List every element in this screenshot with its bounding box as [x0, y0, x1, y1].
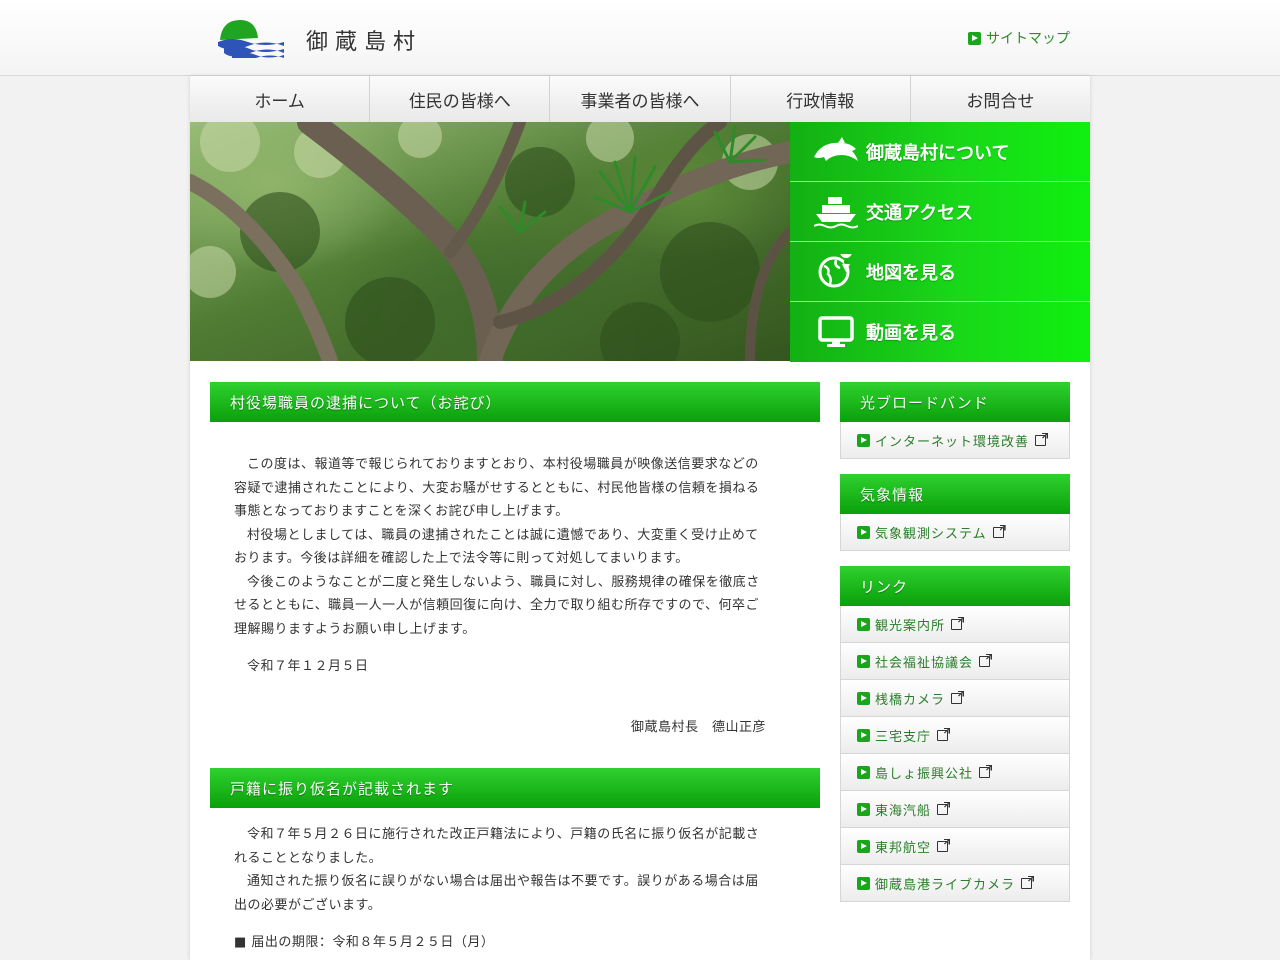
sidebar-heading: 光ブロードバンド — [840, 382, 1070, 422]
external-link-icon — [937, 840, 949, 852]
play-icon — [857, 654, 870, 668]
nav-administration[interactable]: 行政情報 — [731, 76, 911, 122]
village-logo[interactable] — [218, 18, 288, 58]
external-link-icon — [1035, 434, 1047, 446]
play-icon — [968, 31, 981, 45]
quick-links: 御蔵島村について 交通アクセス 地図を見る 動画を見る — [790, 122, 1090, 362]
external-link-icon — [1021, 877, 1033, 889]
sidebar-link-internet[interactable]: インターネット環境改善 — [840, 422, 1070, 459]
article-title: 村役場職員の逮捕について（お詫び） — [210, 382, 820, 422]
play-icon — [857, 802, 870, 816]
article-paragraph: 通知された振り仮名に誤りがない場合は届出や報告は不要です。誤りがある場合は届出の… — [234, 874, 759, 913]
site-title[interactable]: 御蔵島村 — [306, 24, 422, 56]
monitor-icon — [806, 312, 866, 352]
sidebar-link-label: インターネット環境改善 — [875, 434, 1030, 450]
play-icon — [857, 876, 870, 890]
article-paragraph: 今後このようなことが二度と発生しないよう、職員に対し、服務規律の確保を徹底させる… — [234, 574, 760, 637]
sidebar-link-island-promotion[interactable]: 島しょ振興公社 — [840, 754, 1070, 791]
hero-forest-image — [190, 122, 790, 361]
sidebar-link-label: 社会福祉協議会 — [875, 655, 974, 671]
external-link-icon — [979, 766, 991, 778]
page-container: ホーム 住民の皆様へ 事業者の皆様へ 行政情報 お問合せ 御蔵島村について 交通… — [190, 76, 1090, 960]
quick-map-label: 地図を見る — [866, 262, 956, 284]
nav-residents[interactable]: 住民の皆様へ — [370, 76, 551, 122]
article-title: 戸籍に振り仮名が記載されます — [210, 768, 820, 808]
sidebar-link-miyake-office[interactable]: 三宅支庁 — [840, 717, 1070, 754]
sidebar-link-label: 島しょ振興公社 — [875, 766, 974, 782]
play-icon — [857, 617, 870, 631]
article-bullet: ■ 届出の期限：令和８年５月２５日（月） — [234, 935, 495, 950]
sidebar-block-broadband: 光ブロードバンド インターネット環境改善 — [840, 382, 1070, 459]
sidebar-link-label: 観光案内所 — [875, 618, 946, 634]
sidebar-link-tokai-kisen[interactable]: 東海汽船 — [840, 791, 1070, 828]
article-body: 令和７年５月２６日に施行された改正戸籍法により、戸籍の氏名に振り仮名が記載される… — [210, 808, 820, 955]
article-body: この度は、報道等で報じられておりますとおり、本村役場職員が映像送信要求などの容疑… — [210, 422, 820, 739]
sidebar-block-links: リンク 観光案内所 社会福祉協議会 桟橋カメラ 三宅支庁 島しょ振興公社 東海汽… — [840, 566, 1070, 902]
play-icon — [857, 765, 870, 779]
sidebar-link-weather-system[interactable]: 気象観測システム — [840, 514, 1070, 551]
sidebar-link-label: 御蔵島港ライブカメラ — [875, 877, 1016, 893]
sidebar-link-label: 桟橋カメラ — [875, 692, 946, 708]
main-content: 村役場職員の逮捕について（お詫び） この度は、報道等で報じられておりますとおり、… — [210, 382, 820, 955]
article-paragraph: 令和７年５月２６日に施行された改正戸籍法により、戸籍の氏名に振り仮名が記載される… — [234, 827, 760, 866]
play-icon — [857, 433, 870, 447]
play-icon — [857, 839, 870, 853]
article-paragraph: この度は、報道等で報じられておりますとおり、本村役場職員が映像送信要求などの容疑… — [234, 457, 760, 519]
play-icon — [857, 728, 870, 742]
article-signature: 御蔵島村長 德山正彦 — [630, 719, 766, 735]
sitemap-link[interactable]: サイトマップ — [968, 28, 1070, 48]
quick-access[interactable]: 交通アクセス — [790, 182, 1090, 242]
sitemap-label: サイトマップ — [986, 31, 1070, 47]
play-icon — [857, 691, 870, 705]
nav-businesses[interactable]: 事業者の皆様へ — [550, 76, 731, 122]
global-nav: ホーム 住民の皆様へ 事業者の皆様へ 行政情報 お問合せ — [190, 76, 1090, 123]
globe-pin-icon — [806, 252, 866, 292]
sidebar-block-weather: 気象情報 気象観測システム — [840, 474, 1070, 551]
article-date: 令和７年１２月５日 — [247, 659, 369, 674]
sidebar-heading: 気象情報 — [840, 474, 1070, 514]
sidebar-link-label: 三宅支庁 — [875, 729, 932, 745]
nav-contact[interactable]: お問合せ — [911, 76, 1090, 122]
site-header: 御蔵島村 サイトマップ — [0, 0, 1280, 76]
external-link-icon — [951, 692, 963, 704]
sidebar-link-label: 東邦航空 — [875, 840, 932, 856]
sidebar-link-tourist-info[interactable]: 観光案内所 — [840, 606, 1070, 643]
play-icon — [857, 525, 870, 539]
sidebar-link-label: 東海汽船 — [875, 803, 932, 819]
external-link-icon — [979, 655, 991, 667]
quick-video-label: 動画を見る — [866, 323, 956, 344]
external-link-icon — [992, 526, 1004, 538]
external-link-icon — [937, 803, 949, 815]
sidebar-link-label: 気象観測システム — [875, 526, 987, 542]
quick-about-village[interactable]: 御蔵島村について — [790, 122, 1090, 182]
sidebar-link-pier-camera[interactable]: 桟橋カメラ — [840, 680, 1070, 717]
quick-about-label: 御蔵島村について — [866, 142, 1010, 164]
sidebar-link-port-live-camera[interactable]: 御蔵島港ライブカメラ — [840, 865, 1070, 902]
sidebar-link-toho-air[interactable]: 東邦航空 — [840, 828, 1070, 865]
external-link-icon — [937, 729, 949, 741]
article-paragraph: 村役場としましては、職員の逮捕されたことは誠に遺憾であり、大変重く受け止めており… — [234, 527, 759, 567]
sidebar-link-social-welfare[interactable]: 社会福祉協議会 — [840, 643, 1070, 680]
sidebar: 光ブロードバンド インターネット環境改善 気象情報 気象観測システム リンク 観… — [840, 382, 1070, 917]
quick-video[interactable]: 動画を見る — [790, 302, 1090, 362]
ship-icon — [806, 192, 866, 232]
sidebar-heading: リンク — [840, 566, 1070, 606]
nav-home[interactable]: ホーム — [190, 76, 371, 122]
external-link-icon — [951, 618, 963, 630]
quick-map[interactable]: 地図を見る — [790, 242, 1090, 302]
dolphin-icon — [806, 132, 866, 172]
quick-access-label: 交通アクセス — [866, 202, 974, 224]
